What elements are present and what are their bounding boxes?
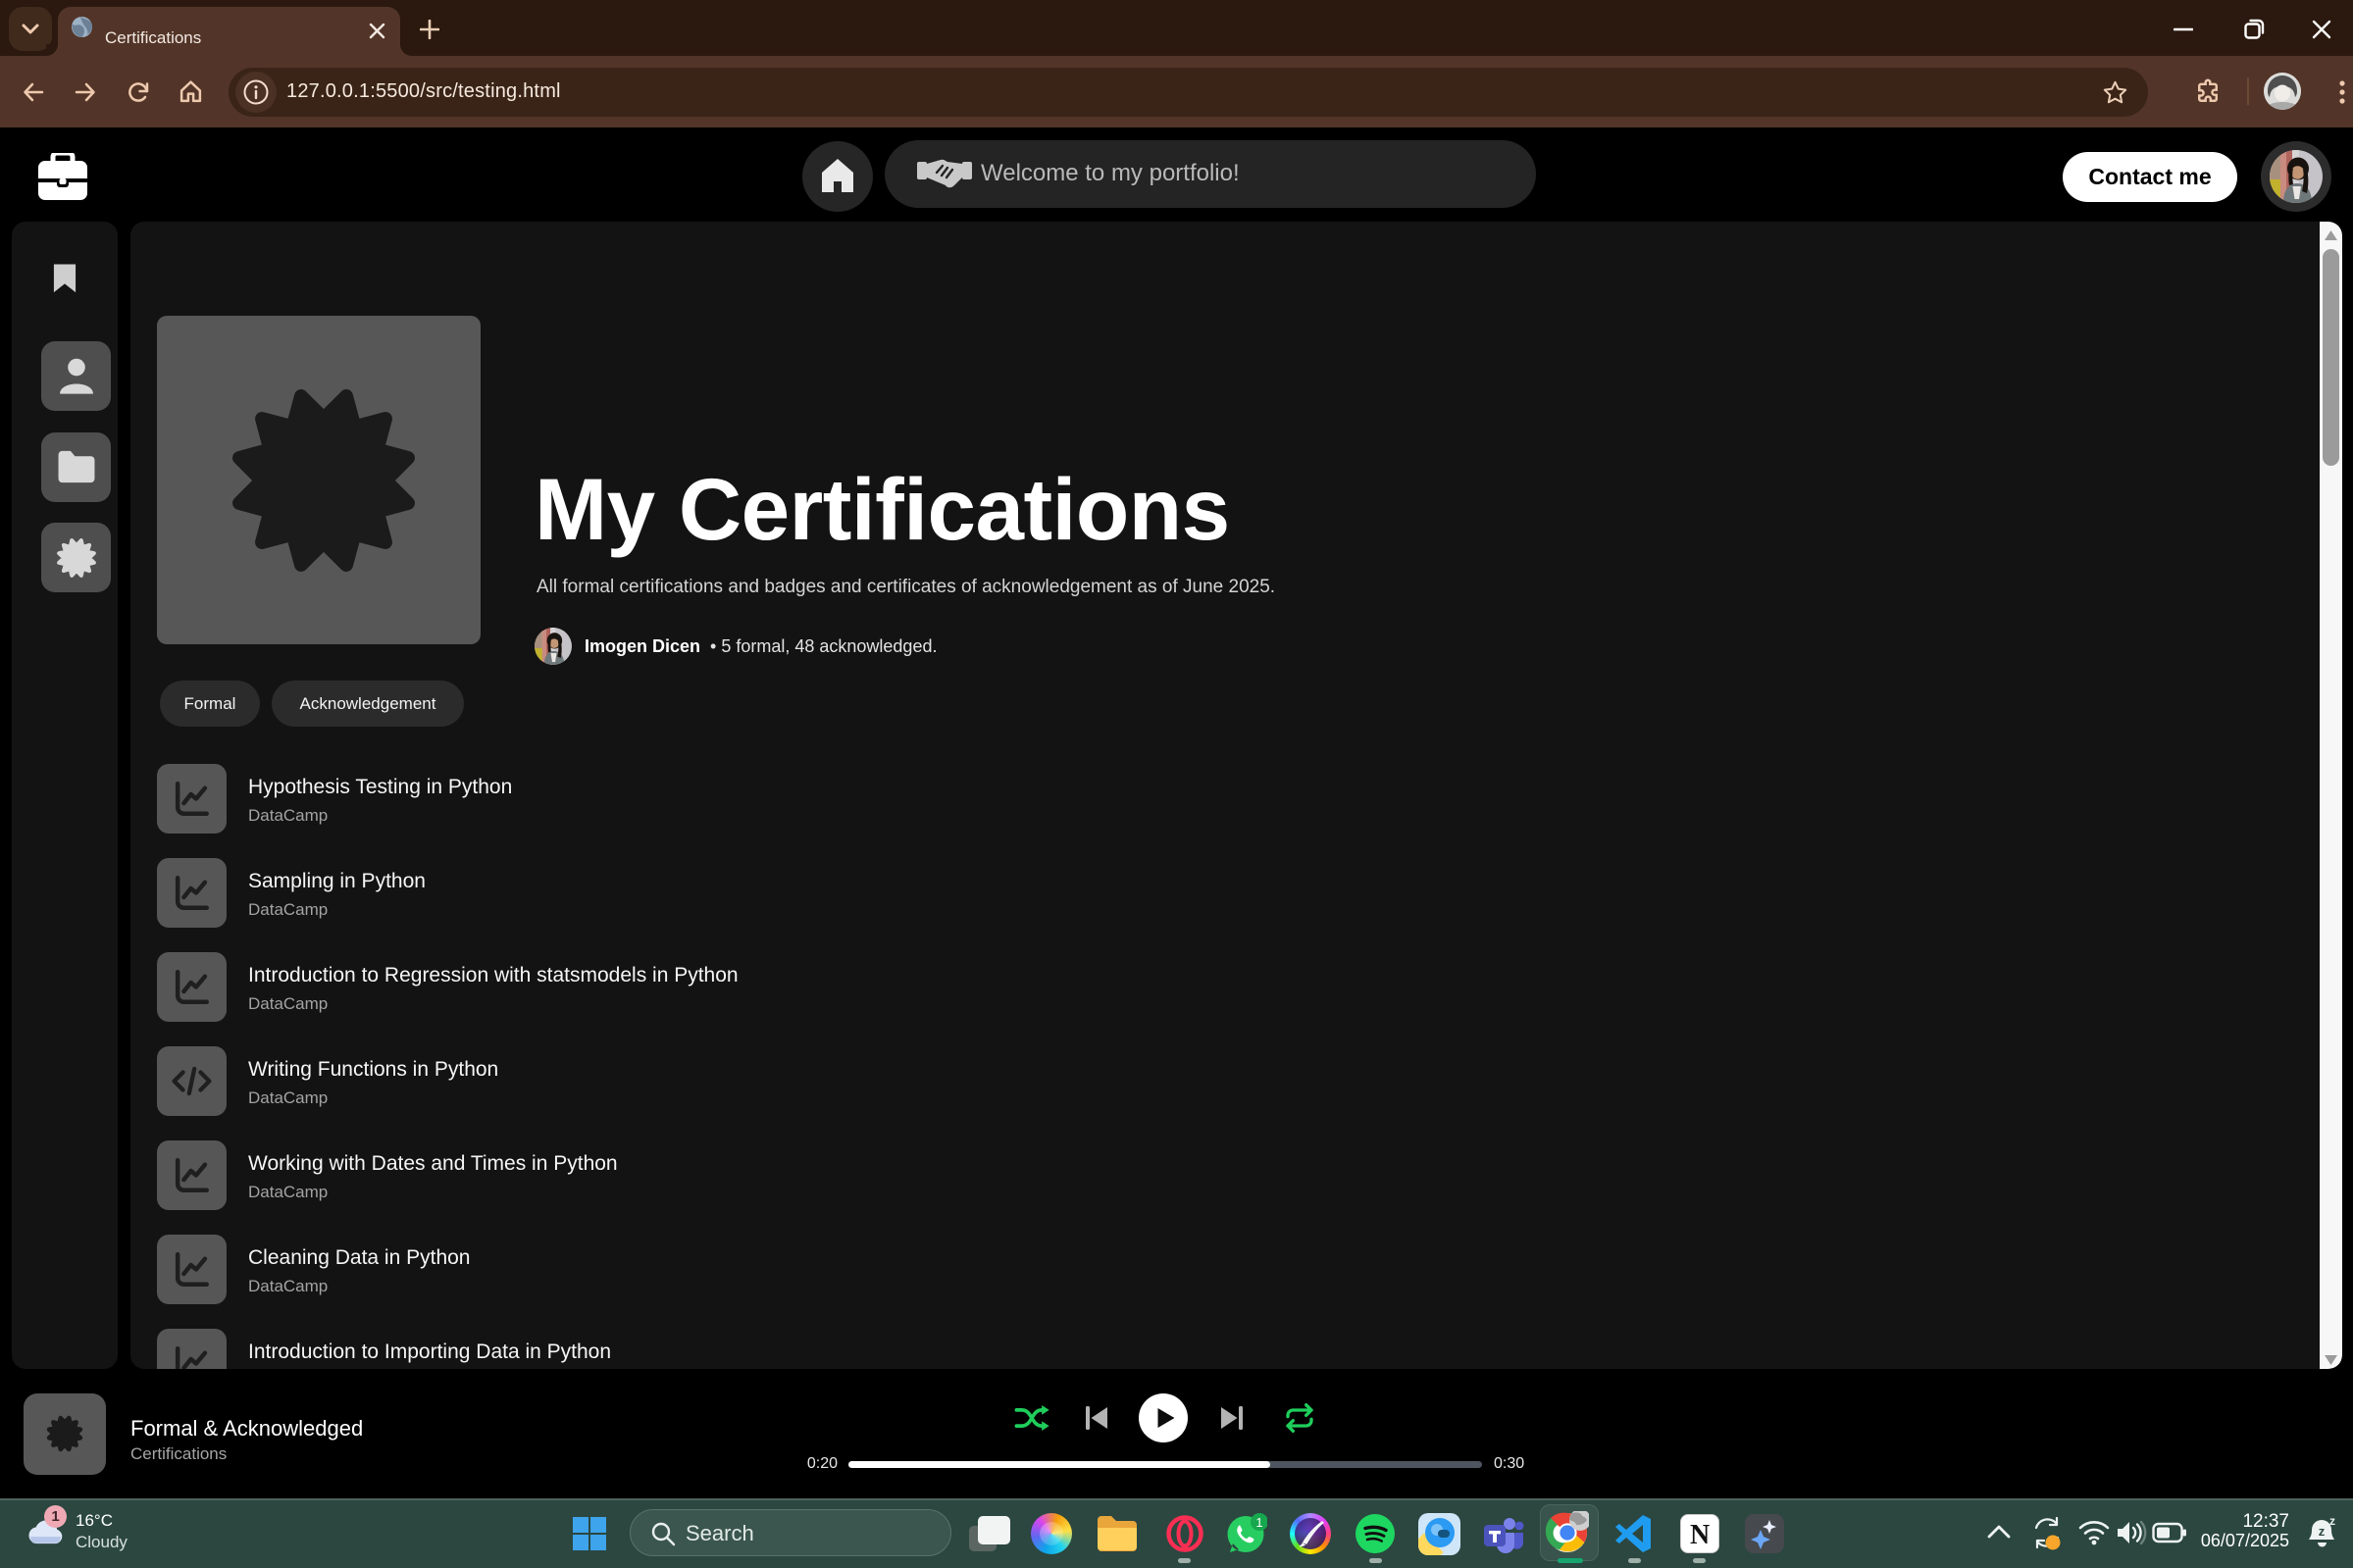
svg-text:z: z (2319, 1524, 2326, 1539)
svg-text:z: z (2329, 1516, 2335, 1528)
svg-text:1: 1 (1255, 1515, 1262, 1530)
